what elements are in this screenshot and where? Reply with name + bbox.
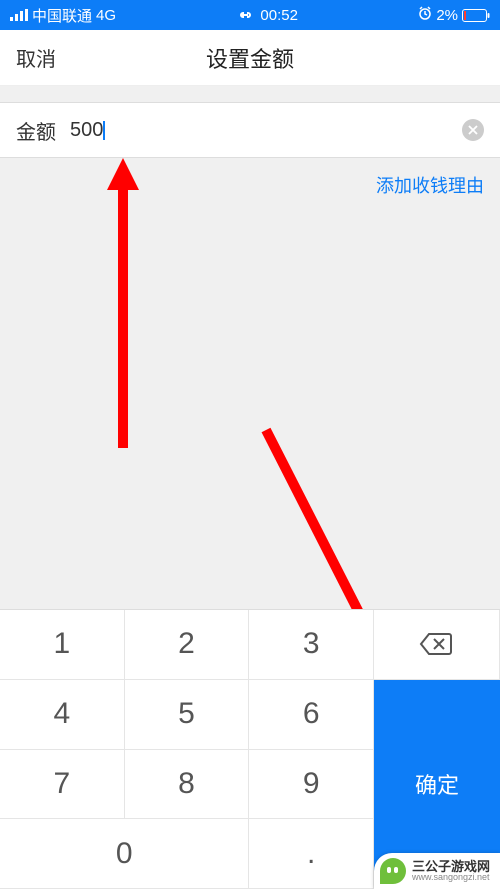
network-text: 4G <box>96 7 116 24</box>
key-2[interactable]: 2 <box>125 610 250 680</box>
link-icon <box>236 7 254 24</box>
battery-icon <box>462 9 490 22</box>
battery-percent: 2% <box>436 7 458 24</box>
page-title: 设置金额 <box>16 42 484 74</box>
watermark: 三公子游戏网 www.sangongzi.net <box>374 853 500 889</box>
clear-button[interactable] <box>462 119 484 141</box>
amount-value: 500 <box>70 119 103 142</box>
status-left: 中国联通 4G <box>10 5 116 26</box>
key-4[interactable]: 4 <box>0 680 125 750</box>
key-5[interactable]: 5 <box>125 680 250 750</box>
key-6[interactable]: 6 <box>249 680 374 750</box>
key-8[interactable]: 8 <box>125 750 250 820</box>
status-right: 2% <box>418 6 490 24</box>
key-3[interactable]: 3 <box>249 610 374 680</box>
close-icon <box>468 125 478 135</box>
time-text: 00:52 <box>260 7 298 24</box>
header: 取消 设置金额 <box>0 30 500 86</box>
key-backspace[interactable] <box>374 610 500 680</box>
key-0[interactable]: 0 <box>0 819 249 889</box>
alarm-icon <box>418 6 432 24</box>
amount-input-row[interactable]: 金额 500 <box>0 102 500 158</box>
key-7[interactable]: 7 <box>0 750 125 820</box>
status-bar: 中国联通 4G 00:52 2% <box>0 0 500 30</box>
key-dot[interactable]: . <box>249 819 374 889</box>
carrier-text: 中国联通 <box>32 5 92 26</box>
signal-icon <box>10 9 28 21</box>
key-1[interactable]: 1 <box>0 610 125 680</box>
status-center: 00:52 <box>116 7 418 24</box>
amount-label: 金额 <box>16 116 56 145</box>
numeric-keypad: 1 2 3 4 5 6 确定 7 8 9 0 . <box>0 609 500 889</box>
key-9[interactable]: 9 <box>249 750 374 820</box>
backspace-icon <box>419 632 453 656</box>
watermark-logo-icon <box>380 858 406 884</box>
watermark-text: 三公子游戏网 www.sangongzi.net <box>412 860 490 882</box>
watermark-url: www.sangongzi.net <box>412 873 490 882</box>
add-reason-link[interactable]: 添加收钱理由 <box>0 158 500 212</box>
